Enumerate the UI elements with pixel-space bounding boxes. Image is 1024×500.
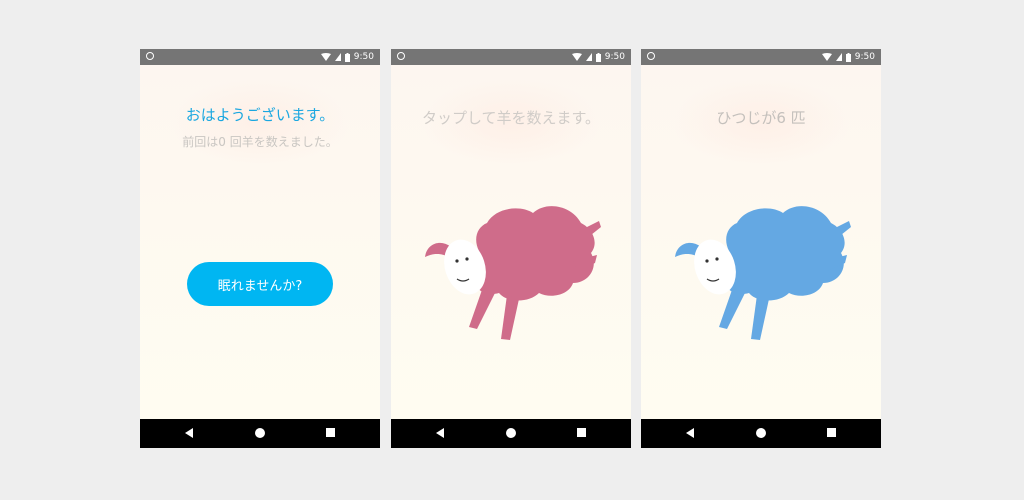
recent-apps-icon[interactable] xyxy=(827,428,836,437)
navigation-bar xyxy=(140,419,380,448)
notification-icon xyxy=(397,52,405,60)
signal-icon xyxy=(334,53,341,61)
status-time: 9:50 xyxy=(604,52,625,62)
sheep-count-label: ひつじが6 匹 xyxy=(716,109,806,127)
recent-apps-icon[interactable] xyxy=(326,428,335,437)
wifi-icon xyxy=(571,53,582,61)
battery-icon xyxy=(344,52,350,62)
navigation-bar xyxy=(641,419,881,448)
battery-icon xyxy=(595,52,601,62)
phone-screen-welcome: 9:50 おはようございます。 前回は0 回羊を数えました。 眠れませんか? xyxy=(140,49,380,448)
page-title: タップして羊を数えます。 xyxy=(421,109,601,127)
home-icon[interactable] xyxy=(506,428,516,438)
status-time: 9:50 xyxy=(353,52,374,62)
sheep-illustration[interactable] xyxy=(421,195,601,345)
navigation-bar xyxy=(391,419,631,448)
status-bar: 9:50 xyxy=(140,49,380,65)
back-icon[interactable] xyxy=(436,428,444,438)
status-bar: 9:50 xyxy=(641,49,881,65)
status-bar: 9:50 xyxy=(391,49,631,65)
status-time: 9:50 xyxy=(854,52,875,62)
wifi-icon xyxy=(821,53,832,61)
home-icon[interactable] xyxy=(255,428,265,438)
signal-icon xyxy=(835,53,842,61)
sheep-illustration[interactable] xyxy=(671,195,851,345)
battery-icon xyxy=(845,52,851,62)
page-title: おはようございます。 xyxy=(185,106,335,124)
back-icon[interactable] xyxy=(686,428,694,438)
phone-screen-count[interactable]: 9:50 ひつじが6 匹 xyxy=(641,49,881,448)
home-icon[interactable] xyxy=(756,428,766,438)
wifi-icon xyxy=(320,53,331,61)
sleepless-button[interactable]: 眠れませんか? xyxy=(187,262,333,306)
notification-icon xyxy=(647,52,655,60)
phone-screen-tap[interactable]: 9:50 タップして羊を数えます。 xyxy=(391,49,631,448)
page-subtitle: 前回は0 回羊を数えました。 xyxy=(182,135,338,149)
signal-icon xyxy=(585,53,592,61)
back-icon[interactable] xyxy=(185,428,193,438)
recent-apps-icon[interactable] xyxy=(577,428,586,437)
notification-icon xyxy=(146,52,154,60)
